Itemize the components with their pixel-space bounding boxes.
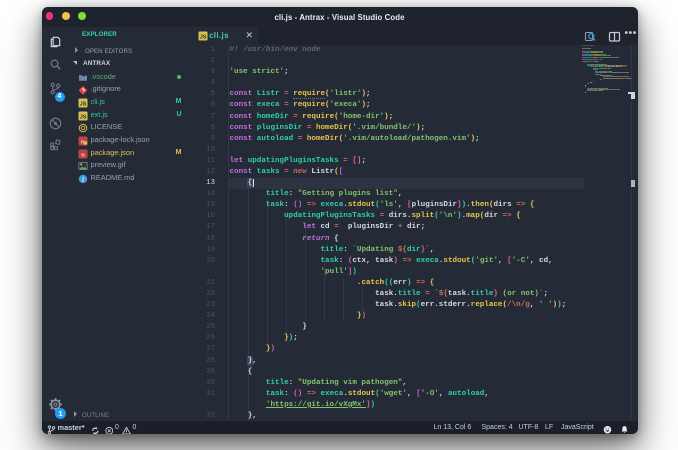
svg-text:JS: JS (79, 114, 86, 120)
svg-text:n: n (81, 152, 85, 158)
svg-text:i: i (82, 176, 84, 183)
svg-text:JS: JS (79, 102, 86, 108)
svg-text:JS: JS (200, 34, 207, 40)
